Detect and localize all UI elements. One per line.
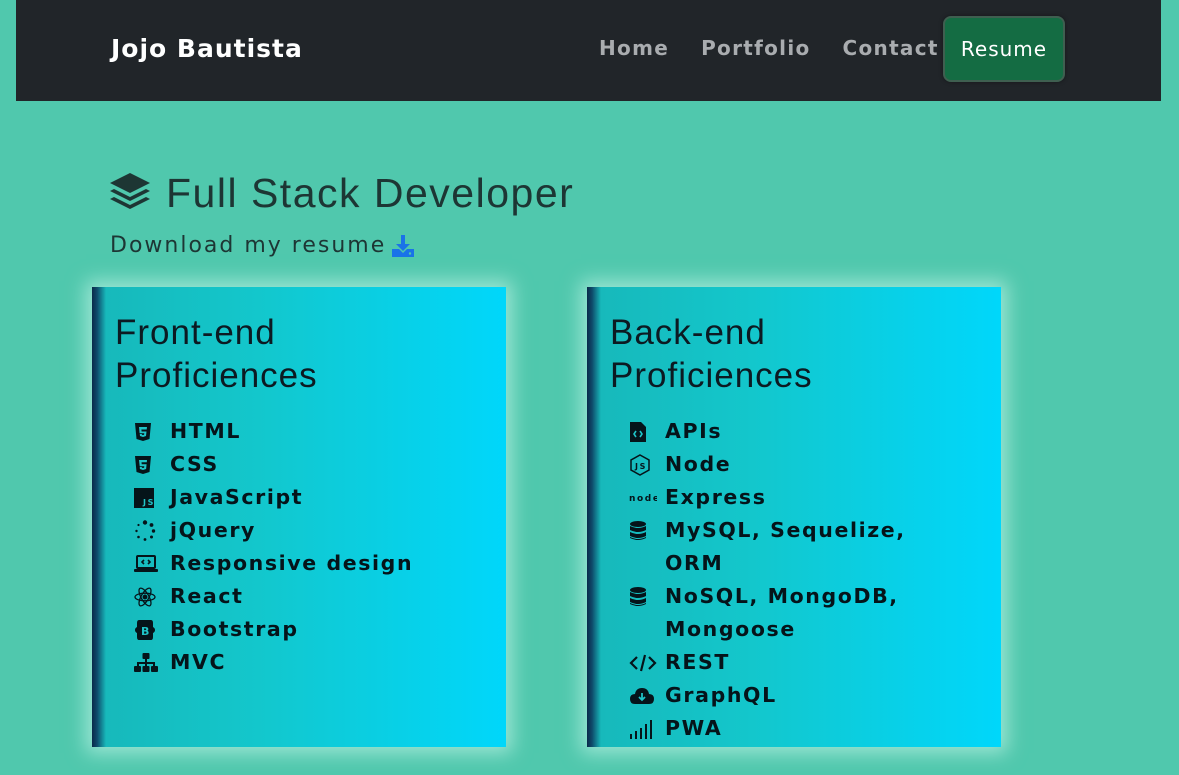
frontend-card-title: Front-end Proficiences bbox=[115, 313, 318, 395]
backend-card: Back-end Proficiences APIs JS Node nod e … bbox=[587, 287, 1001, 747]
laptop-code-icon bbox=[134, 547, 162, 580]
download-resume-text: Download my resume bbox=[110, 233, 387, 258]
download-icon[interactable] bbox=[390, 234, 416, 258]
code-icon bbox=[629, 646, 657, 679]
list-item: JS Node bbox=[629, 448, 1001, 481]
svg-text:JS: JS bbox=[634, 462, 647, 471]
brand-name[interactable]: Jojo Bautista bbox=[111, 34, 303, 63]
page-headline: Full Stack Developer bbox=[108, 170, 574, 217]
list-item: MySQL, Sequelize, ORM bbox=[629, 514, 1001, 580]
nav-contact-link[interactable]: Contact bbox=[843, 36, 939, 60]
svg-text:node: node bbox=[629, 494, 657, 504]
list-item: node Express bbox=[629, 481, 1001, 514]
list-item: HTML bbox=[134, 415, 506, 448]
skill-label: HTML bbox=[170, 419, 242, 443]
js-icon: JS bbox=[134, 481, 162, 514]
skill-label: Bootstrap bbox=[170, 617, 299, 641]
skill-label: NoSQL, MongoDB, Mongoose bbox=[665, 584, 899, 641]
list-item: B Bootstrap bbox=[134, 613, 506, 646]
list-item: APIs bbox=[629, 415, 1001, 448]
file-code-icon bbox=[629, 415, 657, 448]
database-icon bbox=[629, 514, 657, 547]
list-item: GraphQL bbox=[629, 679, 1001, 712]
nav-portfolio-link[interactable]: Portfolio bbox=[701, 36, 810, 60]
list-item: JS JavaScript bbox=[134, 481, 506, 514]
skill-label: PWA bbox=[665, 716, 723, 740]
skill-label: REST bbox=[665, 650, 730, 674]
list-item: React bbox=[134, 580, 506, 613]
skill-label: CSS bbox=[170, 452, 219, 476]
list-item: NoSQL, MongoDB, Mongoose bbox=[629, 580, 1001, 646]
skill-label: GraphQL bbox=[665, 683, 777, 707]
frontend-skill-list: HTML CSS JS JavaScript jQuery Responsive… bbox=[134, 415, 506, 679]
svg-text:B: B bbox=[141, 625, 151, 638]
spinner-icon bbox=[134, 514, 162, 547]
skill-label: Responsive design bbox=[170, 551, 414, 575]
skill-label: Express bbox=[665, 485, 767, 509]
navbar: Jojo Bautista Home Portfolio Contact Res… bbox=[16, 0, 1161, 101]
page-title: Full Stack Developer bbox=[166, 170, 575, 216]
css3-icon bbox=[134, 448, 162, 481]
cloud-download-icon bbox=[629, 679, 657, 712]
nav-home-link[interactable]: Home bbox=[599, 36, 669, 60]
layer-group-icon bbox=[108, 171, 152, 217]
skill-label: Node bbox=[665, 452, 732, 476]
database-icon bbox=[629, 580, 657, 613]
signal-icon bbox=[629, 712, 657, 745]
list-item: PWA bbox=[629, 712, 1001, 745]
node-logo-icon: node bbox=[629, 481, 657, 514]
list-item: Responsive design bbox=[134, 547, 506, 580]
frontend-card: Front-end Proficiences HTML CSS JS JavaS… bbox=[92, 287, 506, 747]
svg-text:JS: JS bbox=[142, 498, 154, 507]
list-item: MVC bbox=[134, 646, 506, 679]
skill-label: MVC bbox=[170, 650, 227, 674]
react-icon bbox=[134, 580, 162, 613]
nodejs-icon: JS bbox=[629, 448, 657, 481]
html5-icon bbox=[134, 415, 162, 448]
resume-button[interactable]: Resume bbox=[943, 16, 1065, 82]
download-resume: Download my resume bbox=[110, 233, 416, 258]
skill-label: jQuery bbox=[170, 518, 257, 542]
bootstrap-icon: B bbox=[134, 613, 162, 646]
list-item: REST bbox=[629, 646, 1001, 679]
skill-label: React bbox=[170, 584, 244, 608]
nav-links: Home Portfolio Contact bbox=[599, 36, 939, 60]
list-item: CSS bbox=[134, 448, 506, 481]
skill-label: JavaScript bbox=[170, 485, 304, 509]
skill-label: MySQL, Sequelize, ORM bbox=[665, 518, 906, 575]
backend-card-title: Back-end Proficiences bbox=[610, 313, 813, 395]
list-item: jQuery bbox=[134, 514, 506, 547]
sitemap-icon bbox=[134, 646, 162, 679]
skill-label: APIs bbox=[665, 419, 723, 443]
backend-skill-list: APIs JS Node node Express MySQL, Sequeli… bbox=[629, 415, 1001, 745]
